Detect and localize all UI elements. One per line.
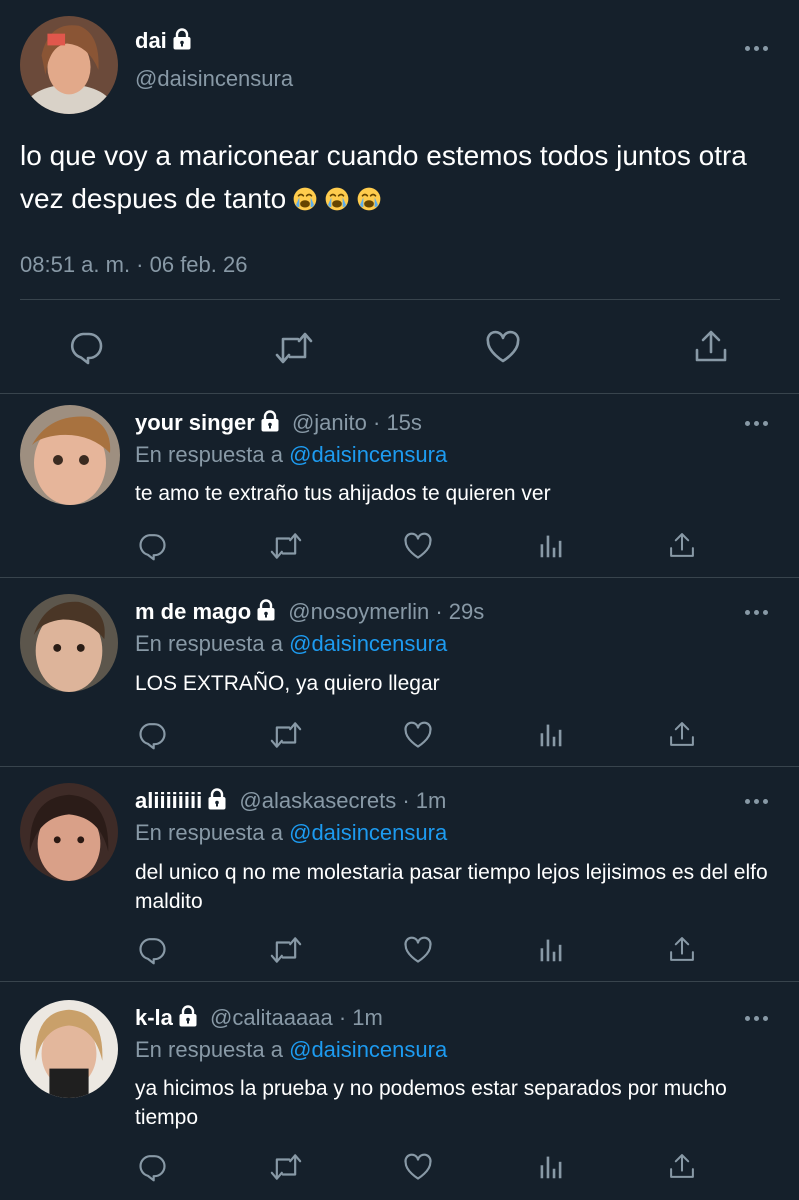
reply-icon[interactable] [68,329,104,365]
reply-context: En respuesta a @daisincensura [135,631,447,657]
retweet-icon[interactable] [274,330,314,366]
tweet-text-content: lo que voy a mariconear cuando estemos t… [20,140,747,214]
reply-context: En respuesta a @daisincensura [135,820,447,846]
share-icon[interactable] [693,328,729,364]
more-icon[interactable] [745,796,775,806]
reply-header: aliiiiiiii @alaskasecrets · 1m [135,788,446,814]
avatar[interactable] [20,594,118,692]
reply-to-link[interactable]: @daisincensura [289,631,447,656]
like-icon[interactable] [485,330,521,364]
share-icon[interactable] [668,934,696,964]
reply-to-link[interactable]: @daisincensura [289,1037,447,1062]
divider [0,766,799,767]
reply-header: your singer @janito · 15s [135,410,422,436]
reply-time[interactable]: · 29s [435,599,484,624]
reply-prefix: En respuesta a [135,820,283,845]
author-name-text: dai [135,28,167,53]
lock-icon [260,410,280,432]
author-handle[interactable]: @daisincensura [135,66,293,92]
avatar[interactable] [20,405,120,505]
reply-prefix: En respuesta a [135,631,283,656]
author-name[interactable]: k-la [135,1005,173,1030]
reply-text: LOS EXTRAÑO, ya quiero llegar [135,672,440,695]
reply-time[interactable]: · 1m [339,1005,383,1030]
reply-prefix: En respuesta a [135,442,283,467]
reply-to-link[interactable]: @daisincensura [289,442,447,467]
lock-icon [178,1005,198,1027]
tweet-timestamp[interactable]: 08:51 a. m. · 06 feb. 26 [20,252,247,278]
analytics-icon[interactable] [538,936,564,964]
author-name[interactable]: dai [135,28,192,54]
more-icon[interactable] [745,1013,775,1023]
more-icon[interactable] [745,43,775,53]
reply-to-link[interactable]: @daisincensura [289,820,447,845]
lock-icon [256,599,276,621]
lock-icon [207,788,227,810]
reply-header: m de mago @nosoymerlin · 29s [135,599,484,625]
author-handle[interactable]: @nosoymerlin [288,599,429,624]
reply-prefix: En respuesta a [135,1037,283,1062]
retweet-icon[interactable] [269,1152,303,1182]
reply-icon[interactable] [137,935,167,965]
reply-time[interactable]: · 15s [373,410,422,435]
reply-context: En respuesta a @daisincensura [135,1037,447,1063]
reply-icon[interactable] [137,720,167,750]
like-icon[interactable] [403,936,433,964]
retweet-icon[interactable] [269,531,303,561]
divider [0,577,799,578]
loudly-crying-face-icon [324,186,350,212]
reply-context: En respuesta a @daisincensura [135,442,447,468]
author-name[interactable]: your singer [135,410,255,435]
share-icon[interactable] [668,530,696,560]
like-icon[interactable] [403,1153,433,1181]
author-name[interactable]: m de mago [135,599,251,624]
lock-icon [172,28,192,50]
share-icon[interactable] [668,719,696,749]
analytics-icon[interactable] [538,532,564,560]
avatar[interactable] [20,1000,118,1098]
tweet-text: lo que voy a mariconear cuando estemos t… [20,134,790,220]
loudly-crying-face-icon [356,186,382,212]
author-handle[interactable]: @janito [292,410,367,435]
author-handle[interactable]: @calitaaaaa [210,1005,333,1030]
analytics-icon[interactable] [538,721,564,749]
reply-text: del unico q no me molestaria pasar tiemp… [135,861,768,913]
divider [20,299,780,300]
retweet-icon[interactable] [269,935,303,965]
avatar[interactable] [20,16,118,114]
share-icon[interactable] [668,1151,696,1181]
more-icon[interactable] [745,418,775,428]
more-icon[interactable] [745,607,775,617]
reply-text: ya hicimos la prueba y no podemos estar … [135,1077,727,1129]
divider [0,393,799,394]
author-name[interactable]: aliiiiiiii [135,788,202,813]
like-icon[interactable] [403,532,433,560]
avatar[interactable] [20,783,118,881]
loudly-crying-face-icon [292,186,318,212]
reply-time[interactable]: · 1m [402,788,446,813]
like-icon[interactable] [403,721,433,749]
reply-icon[interactable] [137,531,167,561]
divider [0,981,799,982]
retweet-icon[interactable] [269,720,303,750]
reply-icon[interactable] [137,1152,167,1182]
reply-header: k-la @calitaaaaa · 1m [135,1005,383,1031]
reply-text: te amo te extraño tus ahijados te quiere… [135,482,551,505]
author-handle[interactable]: @alaskasecrets [239,788,396,813]
analytics-icon[interactable] [538,1153,564,1181]
